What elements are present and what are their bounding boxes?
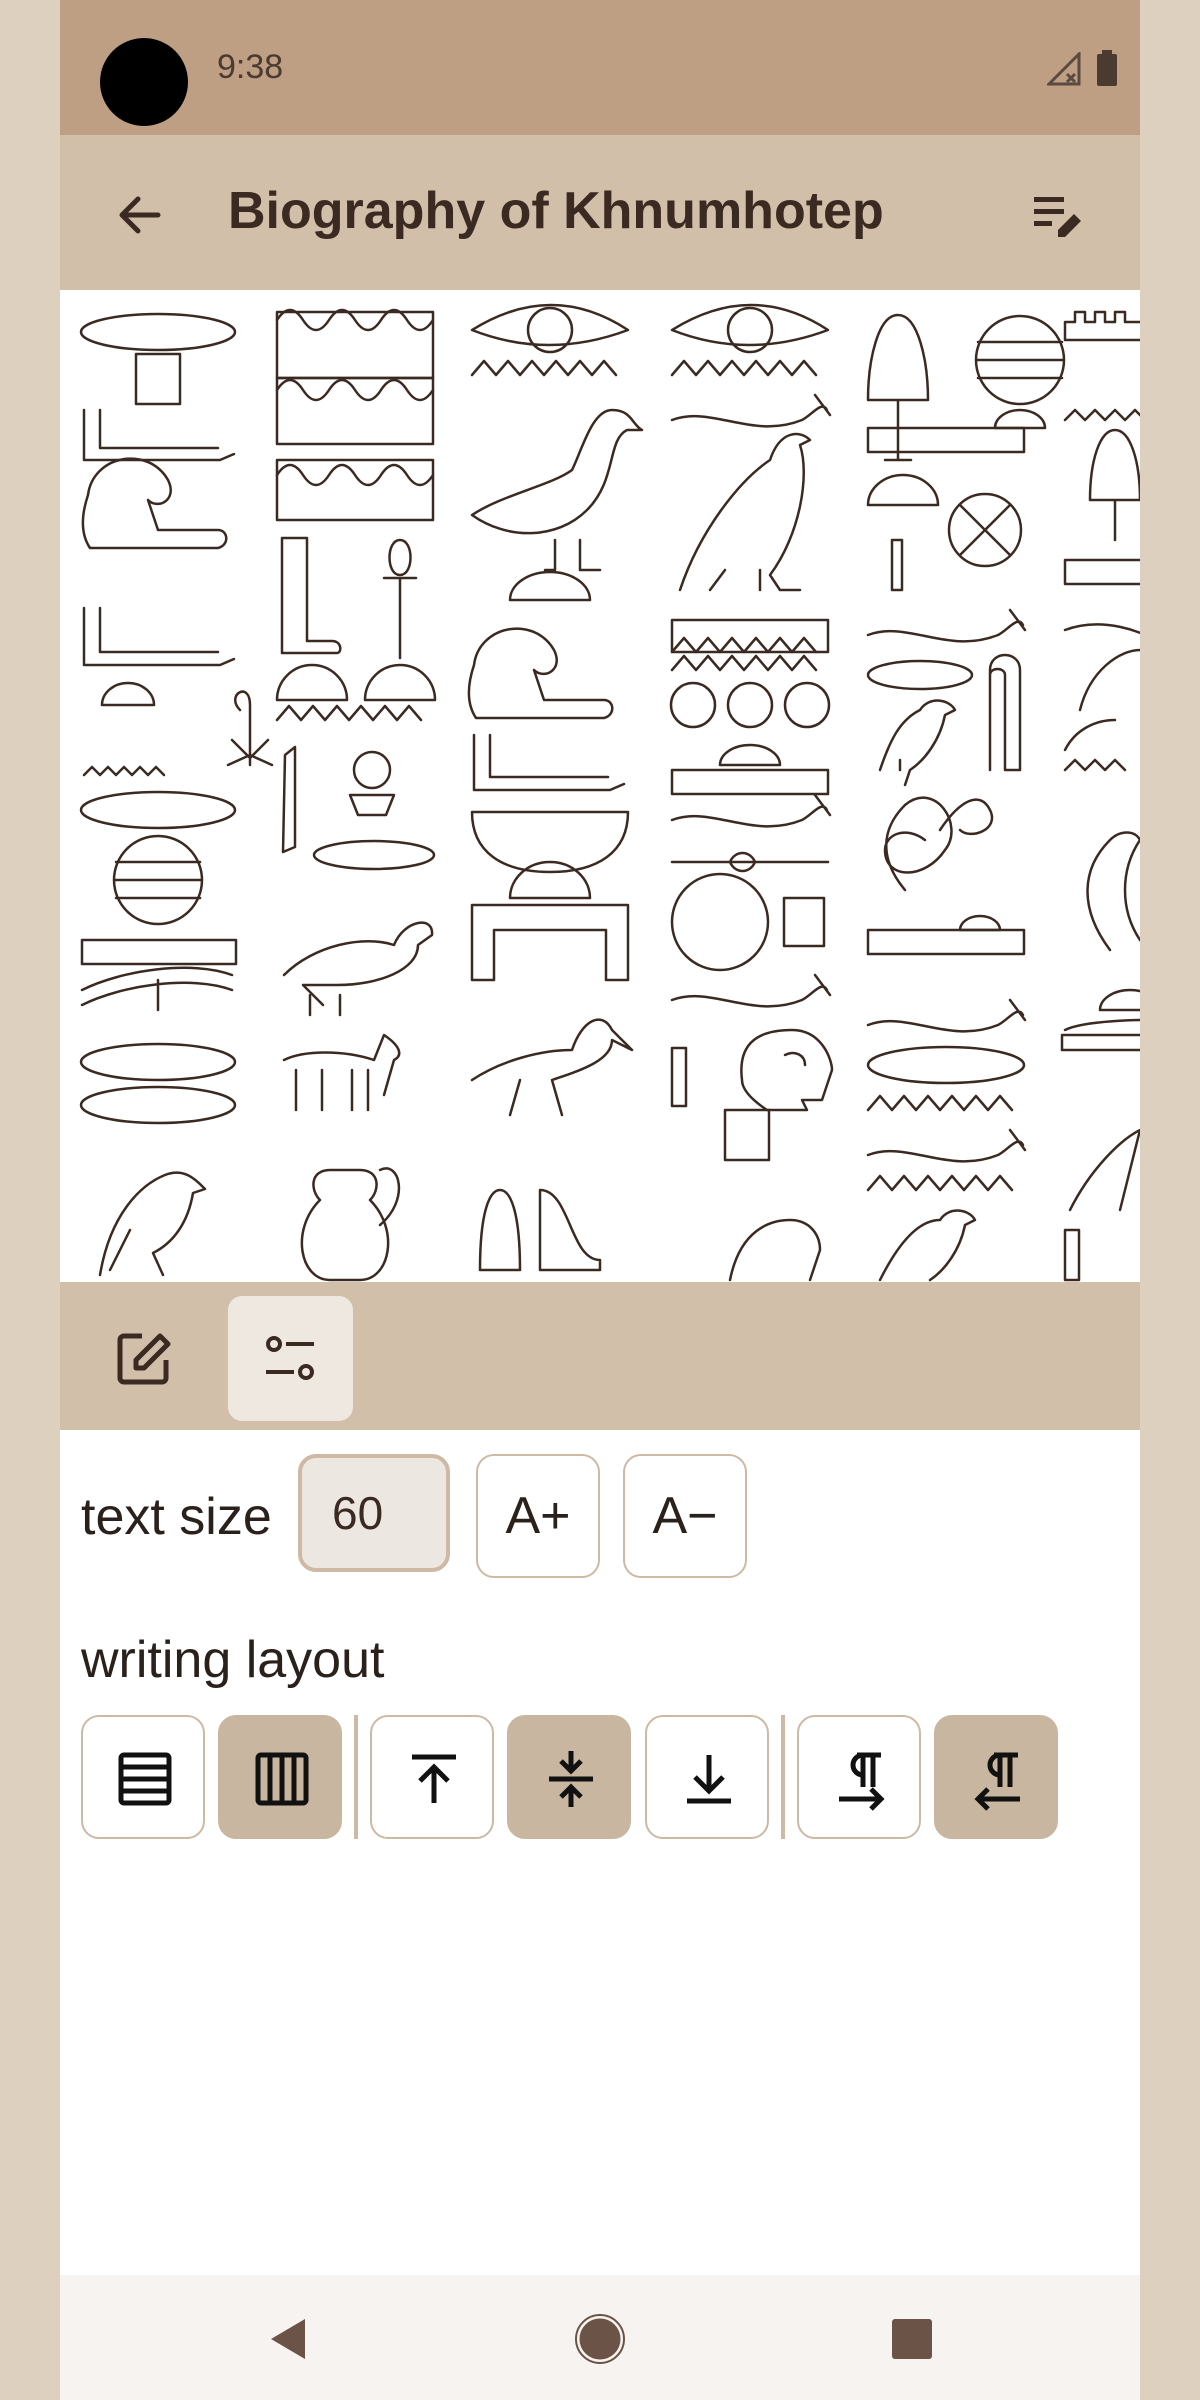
align-top-icon [412, 1754, 456, 1803]
camera-cutout [100, 38, 188, 126]
align-top-button[interactable] [370, 1715, 494, 1839]
hieroglyph-text-view[interactable] [60, 290, 1140, 1282]
edit-list-icon[interactable] [1028, 187, 1088, 247]
back-triangle-icon[interactable] [265, 2315, 309, 2363]
signal-off-icon [1047, 52, 1081, 86]
glyph-column-2 [275, 308, 437, 1282]
left-to-right-button[interactable] [797, 1715, 921, 1839]
text-size-label: text size [81, 1488, 272, 1546]
phone-screen: 9:38 Biography of Khnumhotep text size 6… [60, 0, 1140, 2400]
align-center-button[interactable] [507, 1715, 631, 1839]
right-to-left-button[interactable] [934, 1715, 1058, 1839]
edit-square-icon [117, 1333, 171, 1385]
align-bottom-icon [687, 1755, 731, 1804]
mode-tab-bar [60, 1282, 1140, 1430]
layout-divider [354, 1715, 358, 1839]
page-title: Biography of Khnumhotep [228, 182, 884, 240]
rtl-paragraph-icon [974, 1752, 1020, 1811]
app-bar: Biography of Khnumhotep [60, 135, 1140, 290]
glyph-column-1 [79, 312, 274, 1277]
battery-icon [1097, 50, 1117, 86]
glyph-column-5 [866, 313, 1066, 1282]
home-circle-icon[interactable] [574, 2313, 626, 2365]
writing-layout-label: writing layout [81, 1631, 385, 1689]
status-time: 9:38 [217, 48, 284, 86]
glyph-column-3 [467, 303, 644, 1272]
ltr-paragraph-icon [839, 1752, 885, 1811]
system-nav-bar [60, 2275, 1140, 2400]
increase-size-button[interactable]: A+ [476, 1454, 600, 1578]
arrow-back-icon[interactable] [110, 185, 170, 245]
recents-square-icon[interactable] [890, 2317, 934, 2361]
glyph-column-6 [1060, 310, 1140, 1282]
decrease-size-button[interactable]: A− [623, 1454, 747, 1578]
layout-vertical-button[interactable] [218, 1715, 342, 1839]
tab-edit[interactable] [82, 1296, 207, 1421]
tab-settings[interactable] [228, 1296, 353, 1421]
status-bar: 9:38 [60, 0, 1140, 135]
text-size-input[interactable]: 60 [298, 1454, 450, 1572]
tune-settings-icon [266, 1336, 314, 1380]
vertical-columns-icon [255, 1752, 309, 1806]
glyph-column-4 [669, 303, 834, 1282]
horizontal-lines-icon [118, 1752, 172, 1806]
settings-panel: text size 60 A+ A− writing layout [60, 1430, 1140, 2275]
direction-divider [781, 1715, 785, 1839]
align-center-icon [549, 1751, 593, 1807]
layout-horizontal-button[interactable] [81, 1715, 205, 1839]
align-bottom-button[interactable] [645, 1715, 769, 1839]
